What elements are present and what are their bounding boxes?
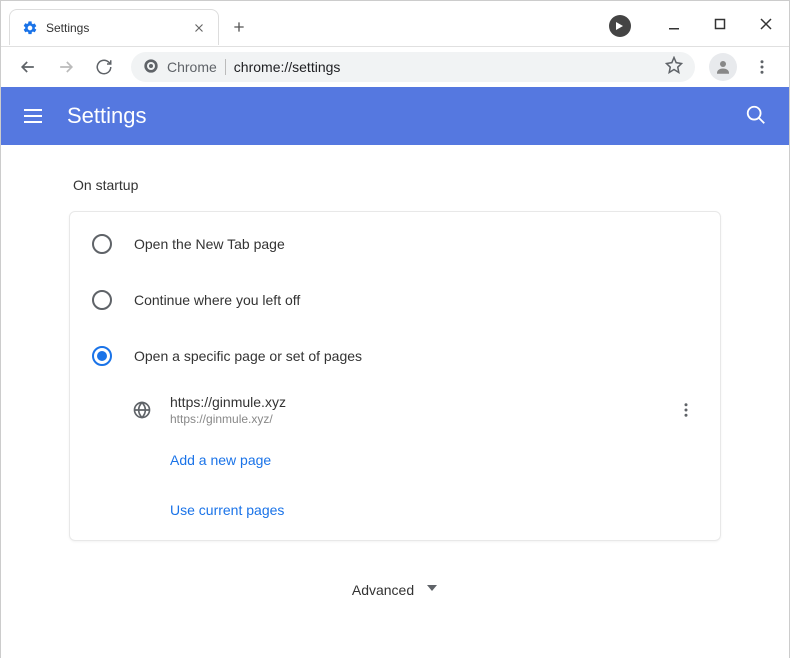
chevron-down-icon [426,581,438,599]
advanced-label: Advanced [352,582,414,598]
page-title: Settings [67,103,745,129]
radio-button[interactable] [92,234,112,254]
window-close-button[interactable] [743,1,789,47]
new-tab-button[interactable] [227,15,251,39]
reload-button[interactable] [87,50,121,84]
use-current-link[interactable]: Use current pages [170,502,284,518]
close-icon[interactable] [192,21,206,35]
radio-label: Open a specific page or set of pages [134,348,362,364]
radio-button[interactable] [92,290,112,310]
url-text: chrome://settings [234,59,657,75]
hamburger-menu-icon[interactable] [21,104,45,128]
maximize-button[interactable] [697,1,743,47]
back-button[interactable] [11,50,45,84]
address-bar[interactable]: Chrome chrome://settings [131,52,695,82]
advanced-toggle[interactable]: Advanced [69,581,721,599]
startup-option-newtab[interactable]: Open the New Tab page [70,216,720,272]
startup-card: Open the New Tab page Continue where you… [69,211,721,541]
add-page-link[interactable]: Add a new page [170,452,271,468]
section-heading: On startup [73,177,721,193]
url-scheme: Chrome [167,59,217,75]
profile-avatar[interactable] [709,53,737,81]
radio-label: Open the New Tab page [134,236,285,252]
minimize-button[interactable] [651,1,697,47]
page-entry-url: https://ginmule.xyz/ [170,412,674,426]
startup-option-continue[interactable]: Continue where you left off [70,272,720,328]
globe-icon [132,400,152,420]
divider [225,59,226,75]
startup-option-specific[interactable]: Open a specific page or set of pages [70,328,720,384]
radio-button[interactable] [92,346,112,366]
use-current-row[interactable]: Use current pages [70,486,720,536]
kebab-menu-button[interactable] [745,50,779,84]
add-page-row[interactable]: Add a new page [70,436,720,486]
gear-icon [22,20,38,36]
browser-tab[interactable]: Settings [9,9,219,45]
site-info-icon[interactable] [143,58,159,77]
more-actions-button[interactable] [674,398,698,422]
page-entry-title: https://ginmule.xyz [170,394,674,410]
startup-page-row: https://ginmule.xyz https://ginmule.xyz/ [70,384,720,436]
media-control-button[interactable] [609,15,631,37]
radio-label: Continue where you left off [134,292,300,308]
bookmark-star-icon[interactable] [665,56,683,79]
search-icon[interactable] [745,104,769,128]
tab-title: Settings [46,21,192,35]
forward-button[interactable] [49,50,83,84]
